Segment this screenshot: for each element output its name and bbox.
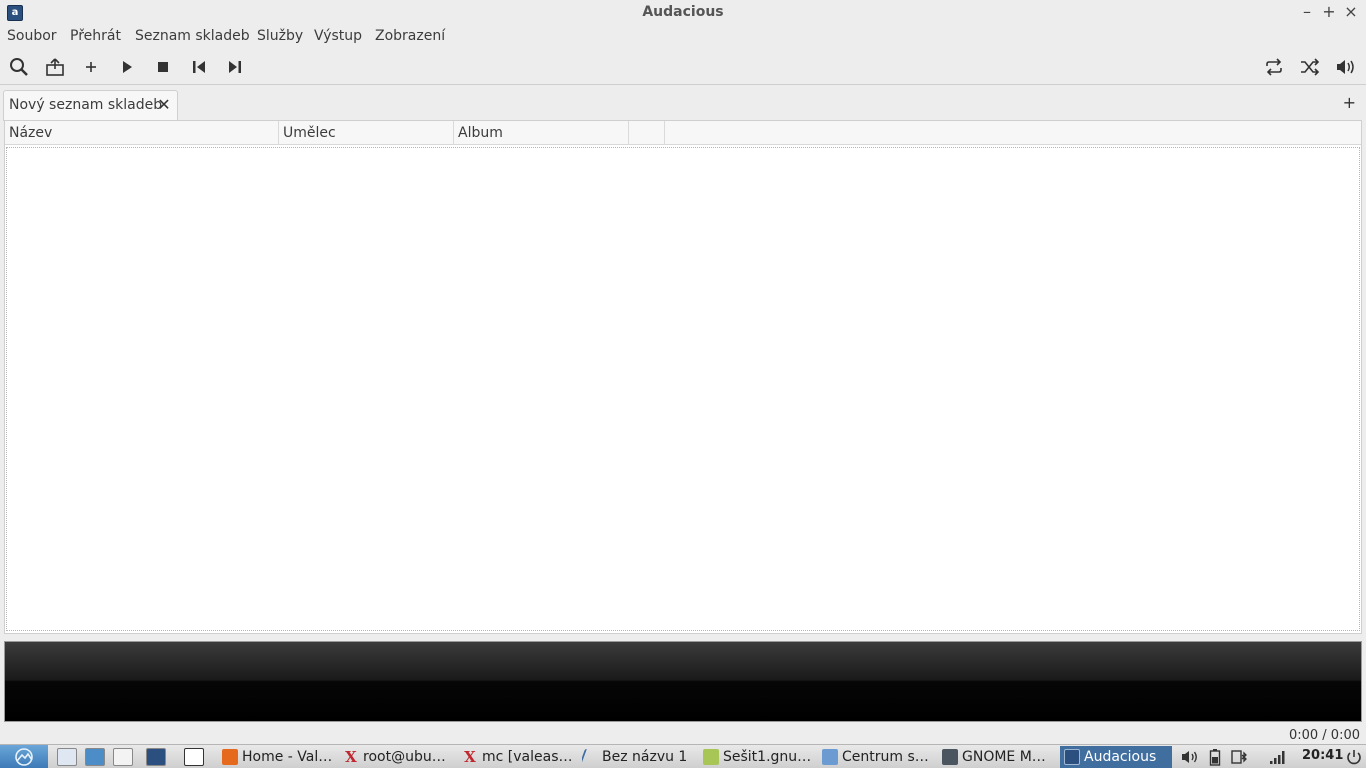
play-button[interactable] [114,55,140,79]
add-icon [86,62,96,72]
desktop-switcher-icon[interactable] [85,748,105,766]
open-files-button[interactable] [42,55,68,79]
editor-icon [582,749,601,765]
column-header-umelec[interactable]: Umělec [279,121,454,145]
shuffle-icon [1301,58,1320,76]
media-player-icon [942,749,958,765]
shuffle-button[interactable] [1297,55,1323,79]
title-bar[interactable]: a Audacious – + × [0,0,1366,25]
previous-button[interactable] [186,55,212,79]
power-tray-icon[interactable] [1344,748,1364,766]
column-header-extra[interactable] [629,121,665,145]
next-icon [229,61,241,73]
menu-vystup[interactable]: Výstup [314,28,362,44]
search-button[interactable] [6,55,32,79]
volume-button[interactable] [1333,55,1359,79]
playlist-body[interactable] [6,147,1360,631]
playlist-view[interactable]: Název Umělec Album [4,120,1362,634]
column-header-album[interactable]: Album [454,121,629,145]
time-display: 0:00 / 0:00 [1288,728,1360,743]
task-label: Home - Val… [242,749,333,765]
menu-soubor[interactable]: Soubor [7,28,57,44]
playlist-tab-bar: Nový seznam skladeb ✕ + [0,86,1366,121]
stop-icon [158,62,168,72]
volume-tray-icon[interactable] [1180,748,1200,766]
menu-sluzby[interactable]: Služby [257,28,303,44]
xterm-icon: X [345,748,357,766]
maximize-button[interactable]: + [1319,2,1339,22]
bluetooth-tray-icon[interactable] [1230,748,1250,766]
xterm-icon: X [464,748,476,766]
firefox-icon [222,749,238,765]
playlist-header: Název Umělec Album [5,121,1361,145]
window-title: Audacious [642,4,724,20]
task-label: root@ubu… [363,749,446,765]
task-label: mc [valeas… [482,749,573,765]
task-bez-nazvu[interactable]: Bez názvu 1 [582,746,692,768]
task-audacious[interactable]: Audacious [1060,746,1172,768]
task-label: Audacious [1084,749,1157,765]
menu-bar: Soubor Přehrát Seznam skladeb Služby Výs… [0,25,1366,49]
start-menu-icon [15,748,33,766]
open-icon [46,58,64,76]
toolbar [0,49,1366,85]
blank-window-icon[interactable] [184,748,204,766]
task-label: Centrum s… [842,749,929,765]
battery-tray-icon[interactable] [1205,748,1225,766]
stop-button[interactable] [150,55,176,79]
task-mc-terminal[interactable]: Xmc [valeas… [462,746,576,768]
software-center-icon [822,749,838,765]
previous-icon [193,61,205,73]
close-tab-icon[interactable]: ✕ [157,96,171,114]
next-button[interactable] [222,55,248,79]
tab-label: Nový seznam skladeb [9,97,163,113]
network-tray-icon[interactable] [1268,748,1288,766]
info-area [4,641,1362,722]
menu-zobrazeni[interactable]: Zobrazení [375,28,445,44]
menu-prehrat[interactable]: Přehrát [70,28,121,44]
repeat-button[interactable] [1261,55,1287,79]
tab-novy-seznam-skladeb[interactable]: Nový seznam skladeb ✕ [3,90,178,121]
column-header-nazev[interactable]: Název [5,121,279,145]
repeat-icon [1266,58,1282,76]
audacious-launcher-icon[interactable] [146,748,166,766]
start-menu-button[interactable] [0,745,48,768]
clock[interactable]: 20:41 [1302,748,1343,763]
add-playlist-icon[interactable]: + [1343,94,1356,112]
menu-seznam-skladeb[interactable]: Seznam skladeb [135,28,250,44]
task-label: Bez názvu 1 [602,749,688,765]
gnumeric-icon [703,749,719,765]
task-root-terminal[interactable]: Xroot@ubu… [343,746,455,768]
window-list-icon[interactable] [113,748,133,766]
file-manager-icon[interactable] [57,748,77,766]
task-label: GNOME M… [962,749,1046,765]
close-button[interactable]: × [1341,2,1361,22]
search-icon [10,58,28,76]
task-gnumeric[interactable]: Sešit1.gnu… [703,746,815,768]
taskbar: Home - Val… Xroot@ubu… Xmc [valeas… Bez … [0,744,1366,768]
add-files-button[interactable] [78,55,104,79]
status-bar: 0:00 / 0:00 [0,724,1366,744]
task-firefox-home[interactable]: Home - Val… [222,746,336,768]
task-gnome-mplayer[interactable]: GNOME M… [942,746,1054,768]
volume-icon [1337,60,1354,74]
audacious-icon [1064,749,1080,765]
task-centrum[interactable]: Centrum s… [822,746,934,768]
minimize-button[interactable]: – [1297,2,1317,22]
play-icon [123,61,132,73]
task-label: Sešit1.gnu… [723,749,812,765]
